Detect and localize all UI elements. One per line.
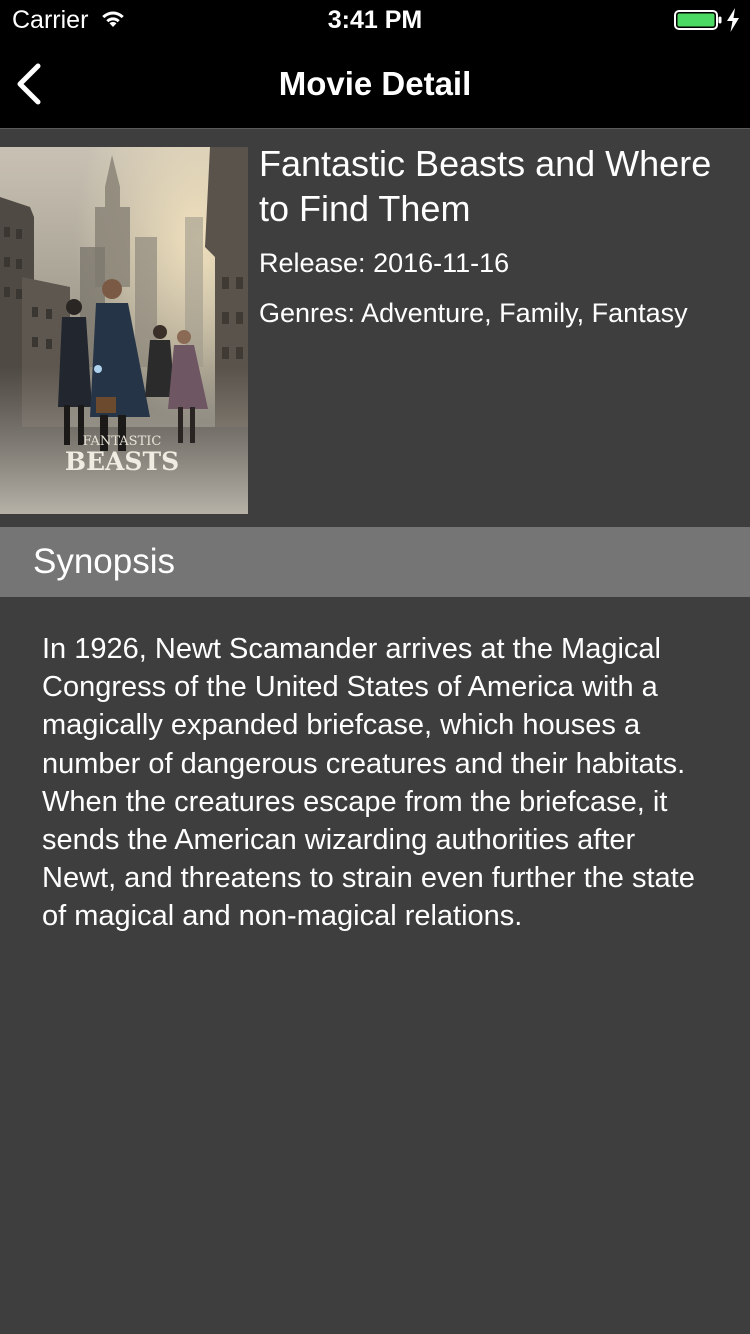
status-time: 3:41 PM [327,6,423,34]
synopsis-heading: Synopsis [33,542,176,581]
navigation-bar: Movie Detail [0,40,750,129]
charging-bolt-icon [727,8,739,32]
release-date: Release: 2016-11-16 [259,248,510,278]
synopsis-header: Synopsis [0,527,750,597]
genres: Genres: Adventure, Family, Fantasy [259,298,688,328]
poster-title-main: BEASTS [65,447,179,476]
movie-detail-screen: Carrier 3:41 PM Movie Detail FANTASTIC B… [0,0,750,1334]
movie-poster: FANTASTIC BEASTS [0,147,248,514]
movie-title: Fantastic Beasts and Where to Find Them [259,143,712,229]
synopsis-text: In 1926, Newt Scamander arrives at the M… [42,633,695,933]
status-bar: Carrier 3:41 PM [0,0,750,40]
battery-icon [674,10,722,30]
nav-title: Movie Detail [278,65,472,102]
